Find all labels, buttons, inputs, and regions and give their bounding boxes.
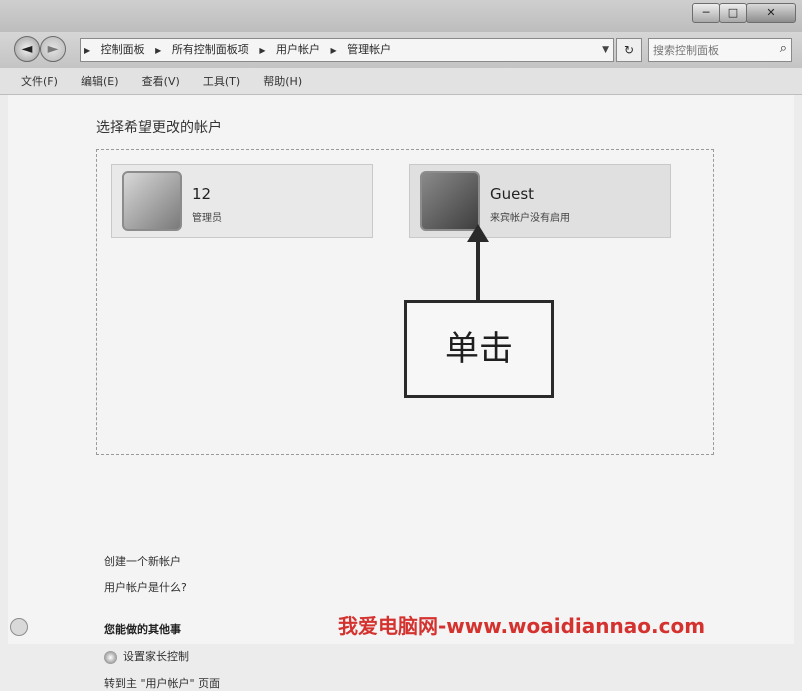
back-arrow-icon: ◄ (21, 41, 33, 57)
navigation-bar: ◄ ► ▶ 控制面板 ▶ 所有控制面板项 ▶ 用户帐户 ▶ 管理帐户 ▼ ↻ ⌕ (0, 32, 802, 68)
breadcrumb-chevron-icon: ▶ (155, 46, 162, 55)
back-button[interactable]: ◄ (14, 36, 40, 62)
annotation-arrow-shaft (476, 238, 480, 302)
menu-bar: 文件(F) 编辑(E) 查看(V) 工具(T) 帮助(H) (0, 68, 802, 95)
parental-controls-link[interactable]: 设置家长控制 (104, 648, 189, 664)
forward-arrow-icon: ► (47, 41, 59, 57)
search-input[interactable] (649, 40, 769, 61)
account-name: Guest (490, 185, 535, 203)
breadcrumb-item-manage-accounts[interactable]: 管理帐户 (343, 39, 395, 61)
account-tile-guest[interactable]: Guest 来宾帐户没有启用 (409, 164, 671, 238)
refresh-button[interactable]: ↻ (616, 38, 642, 62)
guest-user-icon (420, 171, 480, 231)
account-tile-12[interactable]: 12 管理员 (111, 164, 373, 238)
annotation-callout: 单击 (404, 300, 554, 398)
menu-view[interactable]: 查看(V) (133, 68, 189, 89)
breadcrumb-chevron-icon: ▶ (330, 46, 337, 55)
breadcrumb-chevron-icon: ▶ (84, 46, 91, 55)
forward-button[interactable]: ► (40, 36, 66, 62)
menu-edit[interactable]: 编辑(E) (72, 68, 128, 89)
goto-user-accounts-link[interactable]: 转到主 "用户帐户" 页面 (104, 675, 220, 691)
account-role: 来宾帐户没有启用 (490, 213, 570, 224)
address-dropdown-icon[interactable]: ▼ (602, 39, 609, 61)
admin-user-icon (122, 171, 182, 231)
parental-controls-label: 设置家长控制 (123, 650, 189, 663)
account-name: 12 (192, 185, 212, 203)
menu-help[interactable]: 帮助(H) (254, 68, 311, 89)
breadcrumb-chevron-icon: ▶ (259, 46, 266, 55)
window-titlebar: ─ □ ✕ (0, 0, 802, 32)
address-bar[interactable]: ▶ 控制面板 ▶ 所有控制面板项 ▶ 用户帐户 ▶ 管理帐户 ▼ (80, 38, 614, 62)
main-content: 选择希望更改的帐户 12 管理员 Guest 来宾帐户没有启用 创建一个新帐户 … (8, 95, 794, 690)
close-button[interactable]: ✕ (746, 3, 796, 23)
watermark: 我爱电脑网-www.woaidiannao.com (338, 614, 706, 638)
breadcrumb-item-all-items[interactable]: 所有控制面板项 (168, 39, 253, 61)
minimize-icon: ─ (702, 6, 710, 19)
what-is-account-link[interactable]: 用户帐户是什么? (104, 579, 187, 595)
minimize-button[interactable]: ─ (692, 3, 720, 23)
create-account-link[interactable]: 创建一个新帐户 (104, 553, 181, 569)
breadcrumb-item-user-accounts[interactable]: 用户帐户 (272, 39, 324, 61)
menu-file[interactable]: 文件(F) (12, 68, 67, 89)
page-title: 选择希望更改的帐户 (96, 120, 222, 136)
maximize-button[interactable]: □ (719, 3, 747, 23)
menu-tools[interactable]: 工具(T) (194, 68, 249, 89)
status-corner-icon (10, 618, 28, 636)
account-role: 管理员 (192, 213, 222, 224)
search-icon[interactable]: ⌕ (780, 41, 787, 56)
close-icon: ✕ (766, 6, 776, 19)
refresh-icon: ↻ (623, 43, 635, 57)
breadcrumb-item-control-panel[interactable]: 控制面板 (97, 39, 149, 61)
maximize-icon: □ (727, 6, 739, 19)
search-box: ⌕ (648, 38, 792, 62)
other-tasks-title: 您能做的其他事 (104, 623, 181, 636)
shield-icon (104, 650, 117, 664)
